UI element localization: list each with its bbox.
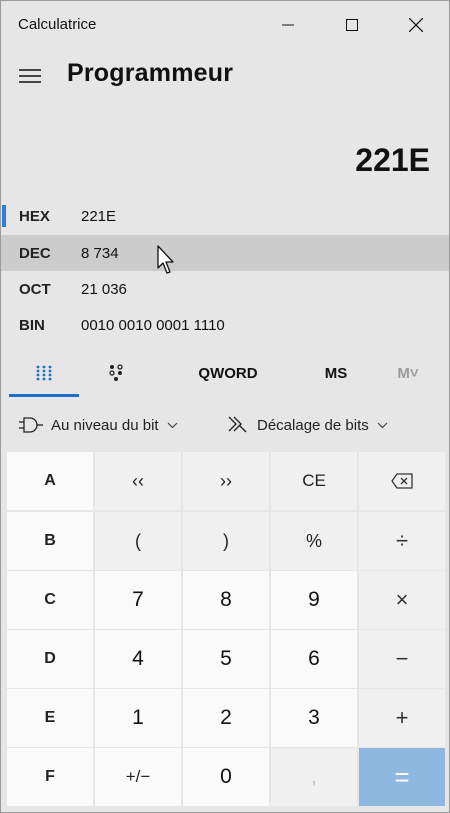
bitwise-dropdown[interactable]: Au niveau du bit <box>19 413 178 437</box>
bit-operations-row: Au niveau du bit Décalage de bits <box>1 405 449 445</box>
key-decimal[interactable]: , <box>271 748 357 806</box>
app-title: Calculatrice <box>18 16 97 33</box>
tab-bit-toggle[interactable] <box>87 353 147 393</box>
key-close-paren[interactable]: ) <box>183 512 269 570</box>
radix-row-hex[interactable]: HEX 221E <box>1 198 449 234</box>
radix-value: 21 036 <box>81 280 127 298</box>
chevron-down-icon <box>377 422 388 428</box>
key-b[interactable]: B <box>7 512 93 570</box>
key-5[interactable]: 5 <box>183 630 269 688</box>
mode-title: Programmeur <box>67 59 234 87</box>
close-button[interactable] <box>393 1 439 49</box>
key-6[interactable]: 6 <box>271 630 357 688</box>
memory-recall-button[interactable]: M˅ <box>385 353 431 393</box>
key-9[interactable]: 9 <box>271 571 357 629</box>
minimize-button[interactable] <box>265 1 311 49</box>
mouse-cursor-icon <box>157 245 174 274</box>
tab-full-keypad[interactable] <box>9 353 79 393</box>
memory-recall-label: M˅ <box>397 364 419 382</box>
key-c[interactable]: C <box>7 571 93 629</box>
minimize-icon <box>282 24 294 26</box>
key-open-paren[interactable]: ( <box>95 512 181 570</box>
tab-word-size[interactable]: QWORD <box>187 353 269 393</box>
bit-shift-icon <box>228 416 247 433</box>
backspace-icon <box>391 473 413 489</box>
calculator-window: Calculatrice Programmeur 221E HEX 221E D… <box>0 0 450 813</box>
word-size-label: QWORD <box>198 364 258 382</box>
radix-row-dec[interactable]: DEC 8 734 <box>1 235 449 271</box>
keypad: A ‹‹ ›› CE B ( ) % ÷ C 7 8 9 × D 4 5 6 −… <box>7 452 445 808</box>
logic-gate-icon <box>19 417 43 433</box>
key-negate[interactable]: +/− <box>95 748 181 806</box>
bit-toggle-keypad-icon <box>109 364 123 381</box>
navigation-menu-button[interactable] <box>15 61 45 91</box>
radix-row-oct[interactable]: OCT 21 036 <box>1 271 449 307</box>
key-divide[interactable]: ÷ <box>359 512 445 570</box>
result-display: 221E <box>355 142 430 178</box>
memory-store-label: MS <box>324 364 348 382</box>
bitwise-label: Au niveau du bit <box>51 416 159 434</box>
radix-label: OCT <box>19 280 51 298</box>
key-backspace[interactable] <box>359 452 445 510</box>
radix-value: 8 734 <box>81 244 119 262</box>
key-add[interactable]: + <box>359 689 445 747</box>
key-equals[interactable]: = <box>359 748 445 806</box>
key-multiply[interactable]: × <box>359 571 445 629</box>
key-7[interactable]: 7 <box>95 571 181 629</box>
hamburger-menu-icon <box>19 69 41 83</box>
key-0[interactable]: 0 <box>183 748 269 806</box>
close-icon <box>409 18 423 32</box>
key-f[interactable]: F <box>7 748 93 806</box>
key-4[interactable]: 4 <box>95 630 181 688</box>
radix-label: HEX <box>19 207 50 225</box>
key-2[interactable]: 2 <box>183 689 269 747</box>
key-clear-entry[interactable]: CE <box>271 452 357 510</box>
key-3[interactable]: 3 <box>271 689 357 747</box>
key-e[interactable]: E <box>7 689 93 747</box>
key-a[interactable]: A <box>7 452 93 510</box>
bitshift-label: Décalage de bits <box>257 416 369 434</box>
key-d[interactable]: D <box>7 630 93 688</box>
key-modulo[interactable]: % <box>271 512 357 570</box>
radix-value: 0010 0010 0001 1110 <box>81 316 225 334</box>
radix-value: 221E <box>81 207 117 225</box>
keypad-mode-tabs: QWORD MS M˅ <box>1 353 449 397</box>
bitshift-dropdown[interactable]: Décalage de bits <box>227 413 388 437</box>
full-keypad-icon <box>36 365 52 381</box>
memory-store-button[interactable]: MS <box>307 353 365 393</box>
maximize-button[interactable] <box>329 1 375 49</box>
maximize-icon <box>346 19 358 31</box>
title-bar: Calculatrice <box>1 1 449 49</box>
key-subtract[interactable]: − <box>359 630 445 688</box>
key-left-shift[interactable]: ‹‹ <box>95 452 181 510</box>
active-tab-underline <box>9 394 79 397</box>
radix-label: DEC <box>19 244 51 262</box>
selected-radix-indicator <box>2 205 6 227</box>
chevron-down-icon <box>167 422 178 428</box>
radix-row-bin[interactable]: BIN 0010 0010 0001 1110 <box>1 307 449 343</box>
key-right-shift[interactable]: ›› <box>183 452 269 510</box>
key-1[interactable]: 1 <box>95 689 181 747</box>
key-8[interactable]: 8 <box>183 571 269 629</box>
radix-label: BIN <box>19 316 45 334</box>
